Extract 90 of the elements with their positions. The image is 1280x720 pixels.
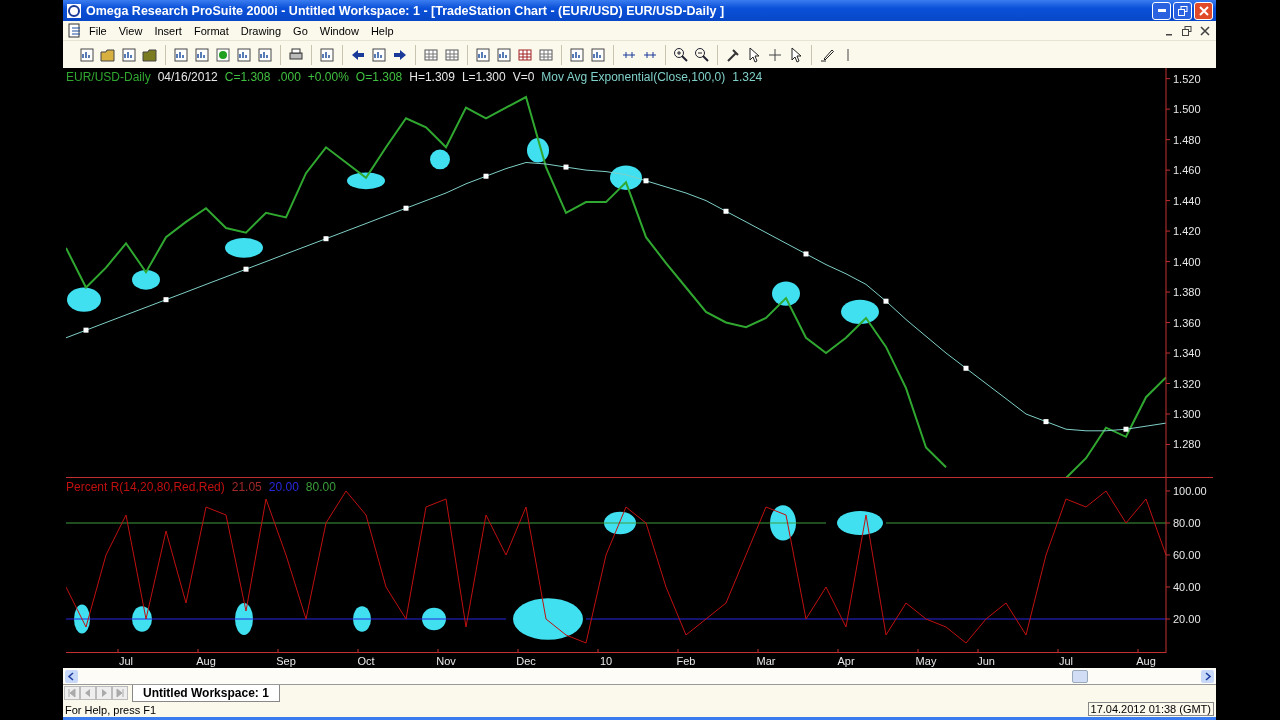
legend-text: EUR/USD-Daily [66, 70, 151, 85]
x-tick-label: Jul [118, 655, 134, 668]
legend-text: 20.00 [268, 480, 299, 495]
legend-text: Mov Avg Exponential(Close,100,0) [541, 70, 726, 85]
x-tick-label: Aug [1136, 655, 1156, 668]
x-tick-label: Sep [276, 655, 296, 668]
legend-text: L=1.300 [461, 70, 506, 85]
x-tick: Nov [436, 648, 456, 668]
y-tick-label: 1.380 [1173, 286, 1201, 299]
x-tick-label: Dec [516, 655, 537, 668]
legend-text: 21.05 [231, 480, 262, 495]
y-tick-label: 1.320 [1173, 377, 1201, 390]
legend-text: C=1.308 [224, 70, 271, 85]
legend-text: +0.00% [307, 70, 349, 85]
y-tick: 1.420 [1165, 225, 1201, 238]
x-tick: Mar [756, 648, 776, 668]
y-tick: 80.00 [1165, 517, 1201, 530]
x-tick-label: Jul [1058, 655, 1074, 668]
legend-text: 1.324 [732, 70, 763, 85]
x-tick-label: Aug [196, 655, 216, 668]
menu-item[interactable]: Window [313, 24, 365, 37]
y-tick: 1.280 [1165, 438, 1201, 451]
legend-text: Percent R(14,20,80,Red,Red) [66, 480, 225, 495]
x-tick-label: May [915, 655, 937, 668]
y-tick-label: 100.00 [1173, 485, 1207, 498]
y-tick: 1.360 [1165, 316, 1201, 329]
status-clock: 17.04.2012 01:38 (GMT) [1087, 702, 1214, 716]
y-tick-label: 1.500 [1173, 103, 1201, 116]
x-tick: Jul [117, 648, 134, 668]
x-tick: Dec [516, 648, 536, 668]
y-tick-label: 1.420 [1173, 225, 1201, 238]
menu-item[interactable]: File [83, 24, 113, 37]
y-tick-label: 1.520 [1173, 72, 1201, 85]
menu-item[interactable]: Format [187, 24, 235, 37]
y-tick: 1.300 [1165, 408, 1201, 421]
legend-text: O=1.308 [355, 70, 403, 85]
y-tick-label: 40.00 [1173, 581, 1201, 594]
y-tick: 1.460 [1165, 164, 1201, 177]
y-tick: 1.380 [1165, 286, 1201, 299]
x-tick-label: Oct [357, 655, 375, 668]
legend-text: 80.00 [305, 480, 336, 495]
y-tick-label: 1.460 [1173, 164, 1201, 177]
y-tick-label: 1.340 [1173, 347, 1201, 360]
status-text: For Help, press F1 [65, 704, 157, 716]
x-tick-label: Feb [676, 655, 696, 668]
y-tick: 1.400 [1165, 255, 1201, 268]
x-tick-label: Apr [837, 655, 855, 668]
legend-text: 04/16/2012 [157, 70, 218, 85]
y-tick: 1.500 [1165, 103, 1201, 116]
x-tick: Jul [1057, 648, 1074, 668]
y-tick-label: 80.00 [1173, 517, 1201, 530]
legend-text: V=0 [512, 70, 535, 85]
menu-item[interactable]: Insert [148, 24, 188, 37]
y-tick-label: 1.400 [1173, 255, 1201, 268]
x-tick: Oct [357, 648, 375, 668]
x-tick: Sep [276, 648, 296, 668]
x-tick: May [915, 648, 937, 668]
menu-item[interactable]: View [112, 24, 149, 37]
x-tick-label: Jun [977, 655, 995, 668]
y-tick-label: 1.480 [1173, 133, 1201, 146]
x-tick: Apr [837, 648, 855, 668]
window-title: Omega Research ProSuite 2000i - Untitled Workspace: 1 - [TradeStation Chart - (EUR/USD) EUR/USD-Daily ] [86, 3, 726, 18]
y-tick-label: 1.440 [1173, 194, 1201, 207]
y-tick: 100.00 [1165, 485, 1207, 498]
y-tick-label: 60.00 [1173, 549, 1201, 562]
x-tick: Aug [196, 648, 216, 668]
x-tick: Feb [676, 648, 696, 668]
y-tick-label: 1.280 [1173, 438, 1201, 451]
y-tick-label: 1.300 [1173, 408, 1201, 421]
legend-text: .000 [277, 70, 301, 85]
y-tick-label: 1.360 [1173, 316, 1201, 329]
y-tick: 60.00 [1165, 549, 1201, 562]
x-tick: 10 [597, 648, 613, 668]
y-tick: 20.00 [1165, 613, 1201, 626]
x-tick-label: 10 [599, 655, 613, 668]
y-tick: 1.520 [1165, 73, 1201, 85]
y-tick: 40.00 [1165, 581, 1201, 594]
y-tick: 1.440 [1165, 194, 1201, 207]
legend-text: H=1.309 [409, 70, 455, 85]
menu-item[interactable]: Help [364, 24, 400, 37]
y-tick-label: 20.00 [1173, 613, 1201, 626]
x-tick-label: Nov [436, 655, 457, 668]
x-tick: Jun [977, 648, 995, 668]
y-tick: 1.320 [1165, 377, 1201, 390]
menu-item[interactable]: Drawing [234, 24, 288, 37]
x-tick: Aug [1136, 648, 1156, 668]
y-tick: 1.480 [1165, 133, 1201, 146]
y-tick: 1.340 [1165, 347, 1201, 360]
x-tick-label: Mar [756, 655, 776, 668]
menu-item[interactable]: Go [287, 24, 314, 37]
